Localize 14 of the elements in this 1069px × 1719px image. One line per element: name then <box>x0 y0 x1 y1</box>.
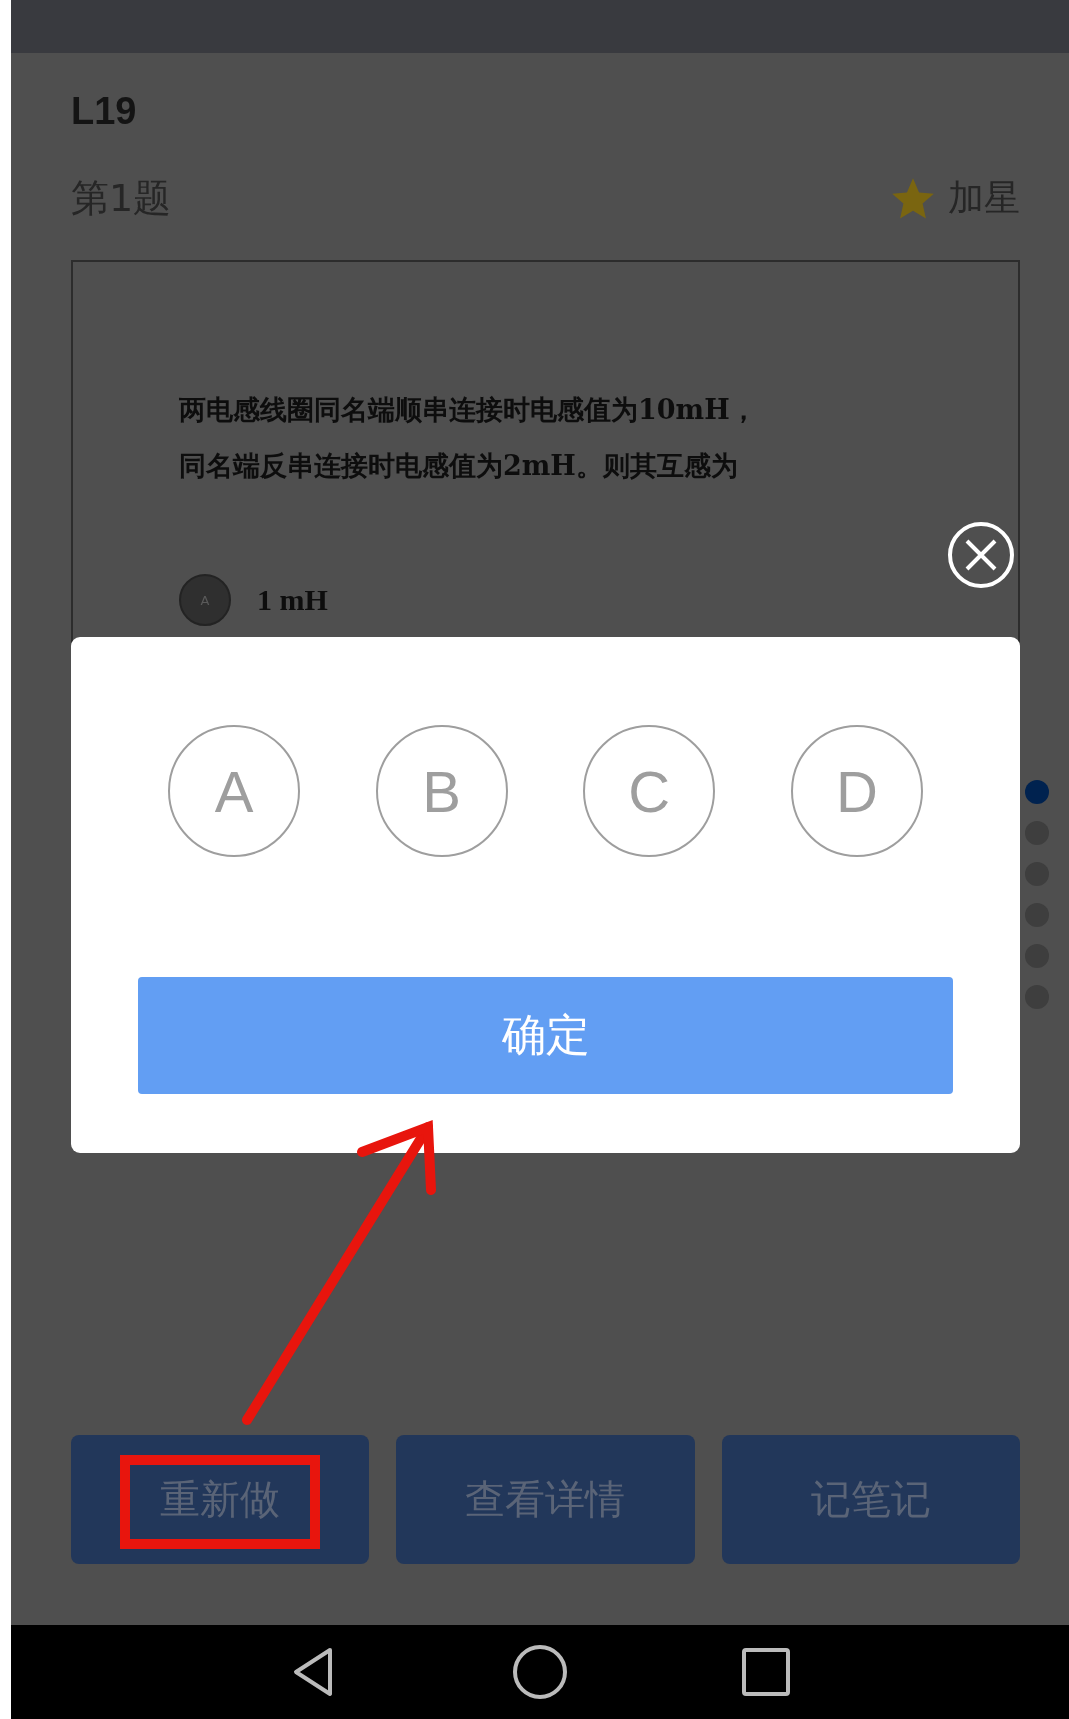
lesson-title: L19 <box>71 89 137 133</box>
confirm-button[interactable]: 确定 <box>138 977 953 1094</box>
action-button[interactable]: 记笔记 <box>721 1435 1020 1564</box>
close-icon <box>947 521 1015 589</box>
close-button[interactable] <box>947 521 1015 589</box>
home-icon[interactable] <box>512 1644 568 1700</box>
page-dot[interactable] <box>1025 780 1049 804</box>
question-text: 两电感线圈同名端顺串连接时电感值为10mH， 同名端反串连接时电感值为2mH。则其互感为 <box>179 393 758 483</box>
answer-choice[interactable]: A <box>168 725 300 857</box>
action-button[interactable]: 查看详情 <box>396 1435 695 1564</box>
answer-choice[interactable]: B <box>375 725 508 857</box>
answer-choice[interactable]: D <box>790 725 923 857</box>
option-text: 1 mH <box>257 583 328 617</box>
answer-choice[interactable]: C <box>583 725 716 857</box>
